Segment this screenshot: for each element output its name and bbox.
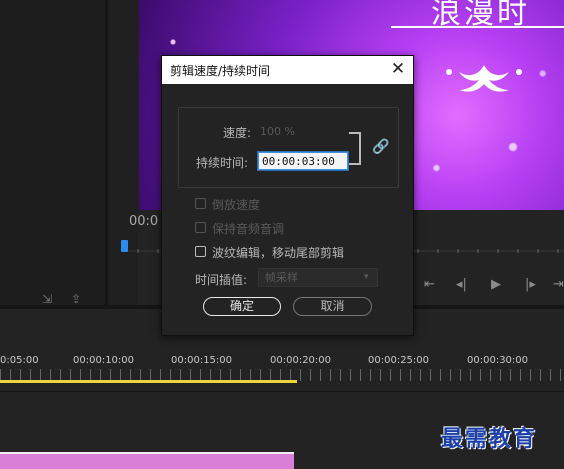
timeline-label: 00:00:20:00 <box>270 355 332 366</box>
duration-label: 持续时间: <box>196 156 249 170</box>
timeline-label: 00:00:15:00 <box>171 355 233 366</box>
monitor-playhead[interactable] <box>121 240 128 252</box>
ok-button[interactable]: 确定 <box>203 297 281 316</box>
video-clip[interactable] <box>0 452 294 469</box>
ripple-edit-checkbox[interactable] <box>195 246 206 257</box>
program-timecode: 00:0 <box>129 214 159 229</box>
work-area-bar[interactable] <box>0 380 297 383</box>
timeline-label: 00:00:30:00 <box>467 355 529 366</box>
ripple-edit-label: 波纹编辑，移动尾部剪辑 <box>212 246 345 260</box>
time-interpolation-label: 时间插值: <box>195 273 248 287</box>
go-to-in-icon[interactable]: ⇤ <box>424 277 435 292</box>
time-interpolation-select[interactable]: 帧采样 ▾ <box>258 268 378 287</box>
watermark-text: 最需教育 <box>441 426 538 452</box>
clip-speed-duration-dialog: 剪辑速度/持续时间 ✕ 速度: 100 % 持续时间: 00:00:03:00 … <box>161 55 414 336</box>
close-icon[interactable]: ✕ <box>388 58 408 80</box>
cancel-button[interactable]: 取消 <box>293 297 372 316</box>
go-to-out-icon[interactable]: ⇥ <box>553 277 564 292</box>
chevron-down-icon: ▾ <box>364 272 369 282</box>
dialog-titlebar[interactable]: 剪辑速度/持续时间 ✕ <box>162 56 413 84</box>
step-forward-icon[interactable]: |▸ <box>525 277 536 292</box>
reverse-speed-label: 倒放速度 <box>212 198 261 212</box>
timeline-label: 00:00:10:00 <box>73 355 135 366</box>
link-bracket <box>349 132 361 165</box>
speed-label: 速度: <box>223 126 252 140</box>
duration-field[interactable]: 00:00:03:00 <box>258 152 348 170</box>
play-icon[interactable]: ▶ <box>491 277 501 292</box>
maintain-pitch-checkbox[interactable] <box>195 222 206 233</box>
timeline-label: 0:05:00 <box>0 355 39 366</box>
speed-value[interactable]: 100 % <box>260 125 295 138</box>
ornament-graphic <box>446 65 522 92</box>
step-back-icon[interactable]: ◂| <box>456 277 467 292</box>
timeline-separator <box>0 391 564 392</box>
preview-title-text: 浪漫时 <box>431 0 530 31</box>
speed-duration-group <box>178 107 399 188</box>
reverse-speed-checkbox[interactable] <box>195 198 206 209</box>
dialog-title: 剪辑速度/持续时间 <box>170 64 271 78</box>
export-frame-icon[interactable]: ⇪ <box>71 292 81 306</box>
maintain-pitch-label: 保持音频音调 <box>212 222 285 236</box>
timeline-label: 00:00:25:00 <box>368 355 430 366</box>
monitor-sidebar <box>108 0 138 305</box>
link-icon[interactable]: 🔗 <box>372 139 389 155</box>
source-panel <box>0 0 105 305</box>
interp-value: 帧采样 <box>265 271 298 284</box>
insert-icon[interactable]: ⇲ <box>42 292 52 306</box>
